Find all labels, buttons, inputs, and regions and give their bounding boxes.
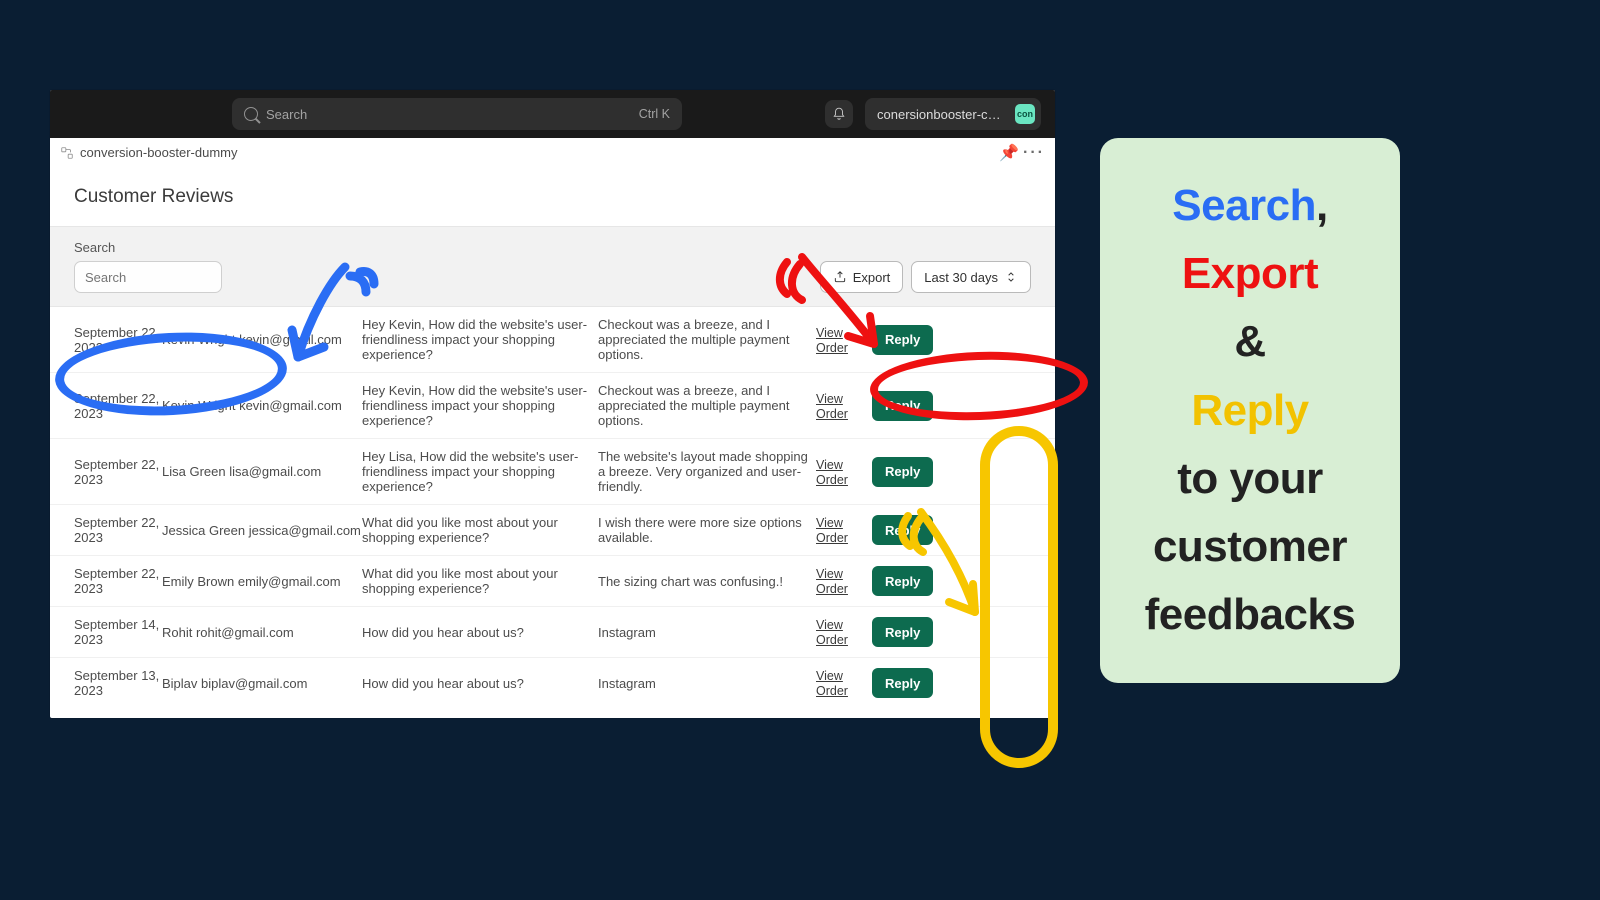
cell-answer: The website's layout made shopping a bre… [598,449,816,494]
breadcrumb-row: conversion-booster-dummy 📌 ··· [50,138,1055,168]
cell-customer: Rohit rohit@gmail.com [162,625,362,640]
table-row: September 22, 2023Kevin Wright kevin@gma… [50,372,1055,438]
daterange-select[interactable]: Last 30 days [911,261,1031,293]
view-order-link[interactable]: View Order [816,458,848,487]
view-order-link[interactable]: View Order [816,669,848,698]
view-order-link[interactable]: View Order [816,567,848,596]
cell-date: September 22, 2023 [74,566,162,596]
cell-date: September 22, 2023 [74,325,162,355]
callout-line2: customer [1116,513,1384,581]
breadcrumb-name[interactable]: conversion-booster-dummy [80,145,238,160]
cell-question: Hey Lisa, How did the website's user-fri… [362,449,598,494]
reply-button[interactable]: Reply [872,391,933,421]
cell-question: What did you like most about your shoppi… [362,515,598,545]
cell-answer: Instagram [598,676,816,691]
search-label: Search [74,240,222,255]
cell-customer: Emily Brown emily@gmail.com [162,574,362,589]
view-order-link[interactable]: View Order [816,392,848,421]
global-search[interactable]: Search Ctrl K [232,98,682,130]
sort-icon [1004,270,1018,284]
table-row: September 22, 2023Kevin Wright kevin@gma… [50,307,1055,372]
search-placeholder-text: Search [266,107,307,122]
cell-view-order: View Order [816,457,872,487]
cell-answer: Checkout was a breeze, and I appreciated… [598,383,816,428]
callout-line1: to your [1116,445,1384,513]
topbar: Search Ctrl K conersionbooster-che… con [50,90,1055,138]
annotation-red-arrow [772,252,892,362]
pin-icon[interactable]: 📌 [999,143,1019,163]
search-icon [244,107,258,121]
cell-answer: I wish there were more size options avai… [598,515,816,545]
cell-answer: The sizing chart was confusing.! [598,574,816,589]
store-badge: con [1015,104,1035,124]
cell-date: September 13, 2023 [74,668,162,698]
cell-question: How did you hear about us? [362,676,598,691]
cell-date: September 22, 2023 [74,457,162,487]
cell-view-order: View Order [816,668,872,698]
cell-view-order: View Order [816,515,872,545]
cell-customer: Biplav biplav@gmail.com [162,676,362,691]
cell-date: September 22, 2023 [74,391,162,421]
search-kbd: Ctrl K [639,107,670,121]
annotation-blue-arrow [290,262,390,382]
page-title-area: Customer Reviews [50,168,1055,226]
callout-line3: feedbacks [1116,581,1384,649]
store-name: conersionbooster-che… [877,107,1007,122]
annotation-yellow-arrow [895,508,1005,628]
app-icon [60,146,74,160]
view-order-link[interactable]: View Order [816,618,848,647]
reply-button[interactable]: Reply [872,668,933,698]
cell-view-order: View Order [816,566,872,596]
notifications-button[interactable] [825,100,853,128]
cell-question: Hey Kevin, How did the website's user-fr… [362,317,598,362]
cell-question: What did you like most about your shoppi… [362,566,598,596]
page-title: Customer Reviews [74,186,1035,208]
cell-customer: Lisa Green lisa@gmail.com [162,464,362,479]
callout-reply: Reply [1116,377,1384,445]
cell-customer: Jessica Green jessica@gmail.com [162,523,362,538]
marketing-callout: Search, Export & Reply to your customer … [1100,138,1400,683]
callout-export: Export [1116,240,1384,308]
cell-view-order: View Order [816,391,872,421]
cell-date: September 14, 2023 [74,617,162,647]
store-switcher[interactable]: conersionbooster-che… con [865,98,1041,130]
callout-search: Search [1172,181,1316,230]
filter-bar: Search Export Last 30 days [50,226,1055,307]
bell-icon [832,107,846,121]
callout-amp: & [1116,308,1384,376]
cell-question: Hey Kevin, How did the website's user-fr… [362,383,598,428]
cell-question: How did you hear about us? [362,625,598,640]
cell-date: September 22, 2023 [74,515,162,545]
cell-customer: Kevin Wright kevin@gmail.com [162,398,362,413]
more-menu[interactable]: ··· [1023,144,1045,162]
view-order-link[interactable]: View Order [816,516,848,545]
reply-button[interactable]: Reply [872,457,933,487]
cell-view-order: View Order [816,617,872,647]
cell-answer: Instagram [598,625,816,640]
search-input[interactable] [74,261,222,293]
table-row: September 22, 2023Lisa Green lisa@gmail.… [50,438,1055,504]
table-row: September 13, 2023Biplav biplav@gmail.co… [50,657,1055,708]
